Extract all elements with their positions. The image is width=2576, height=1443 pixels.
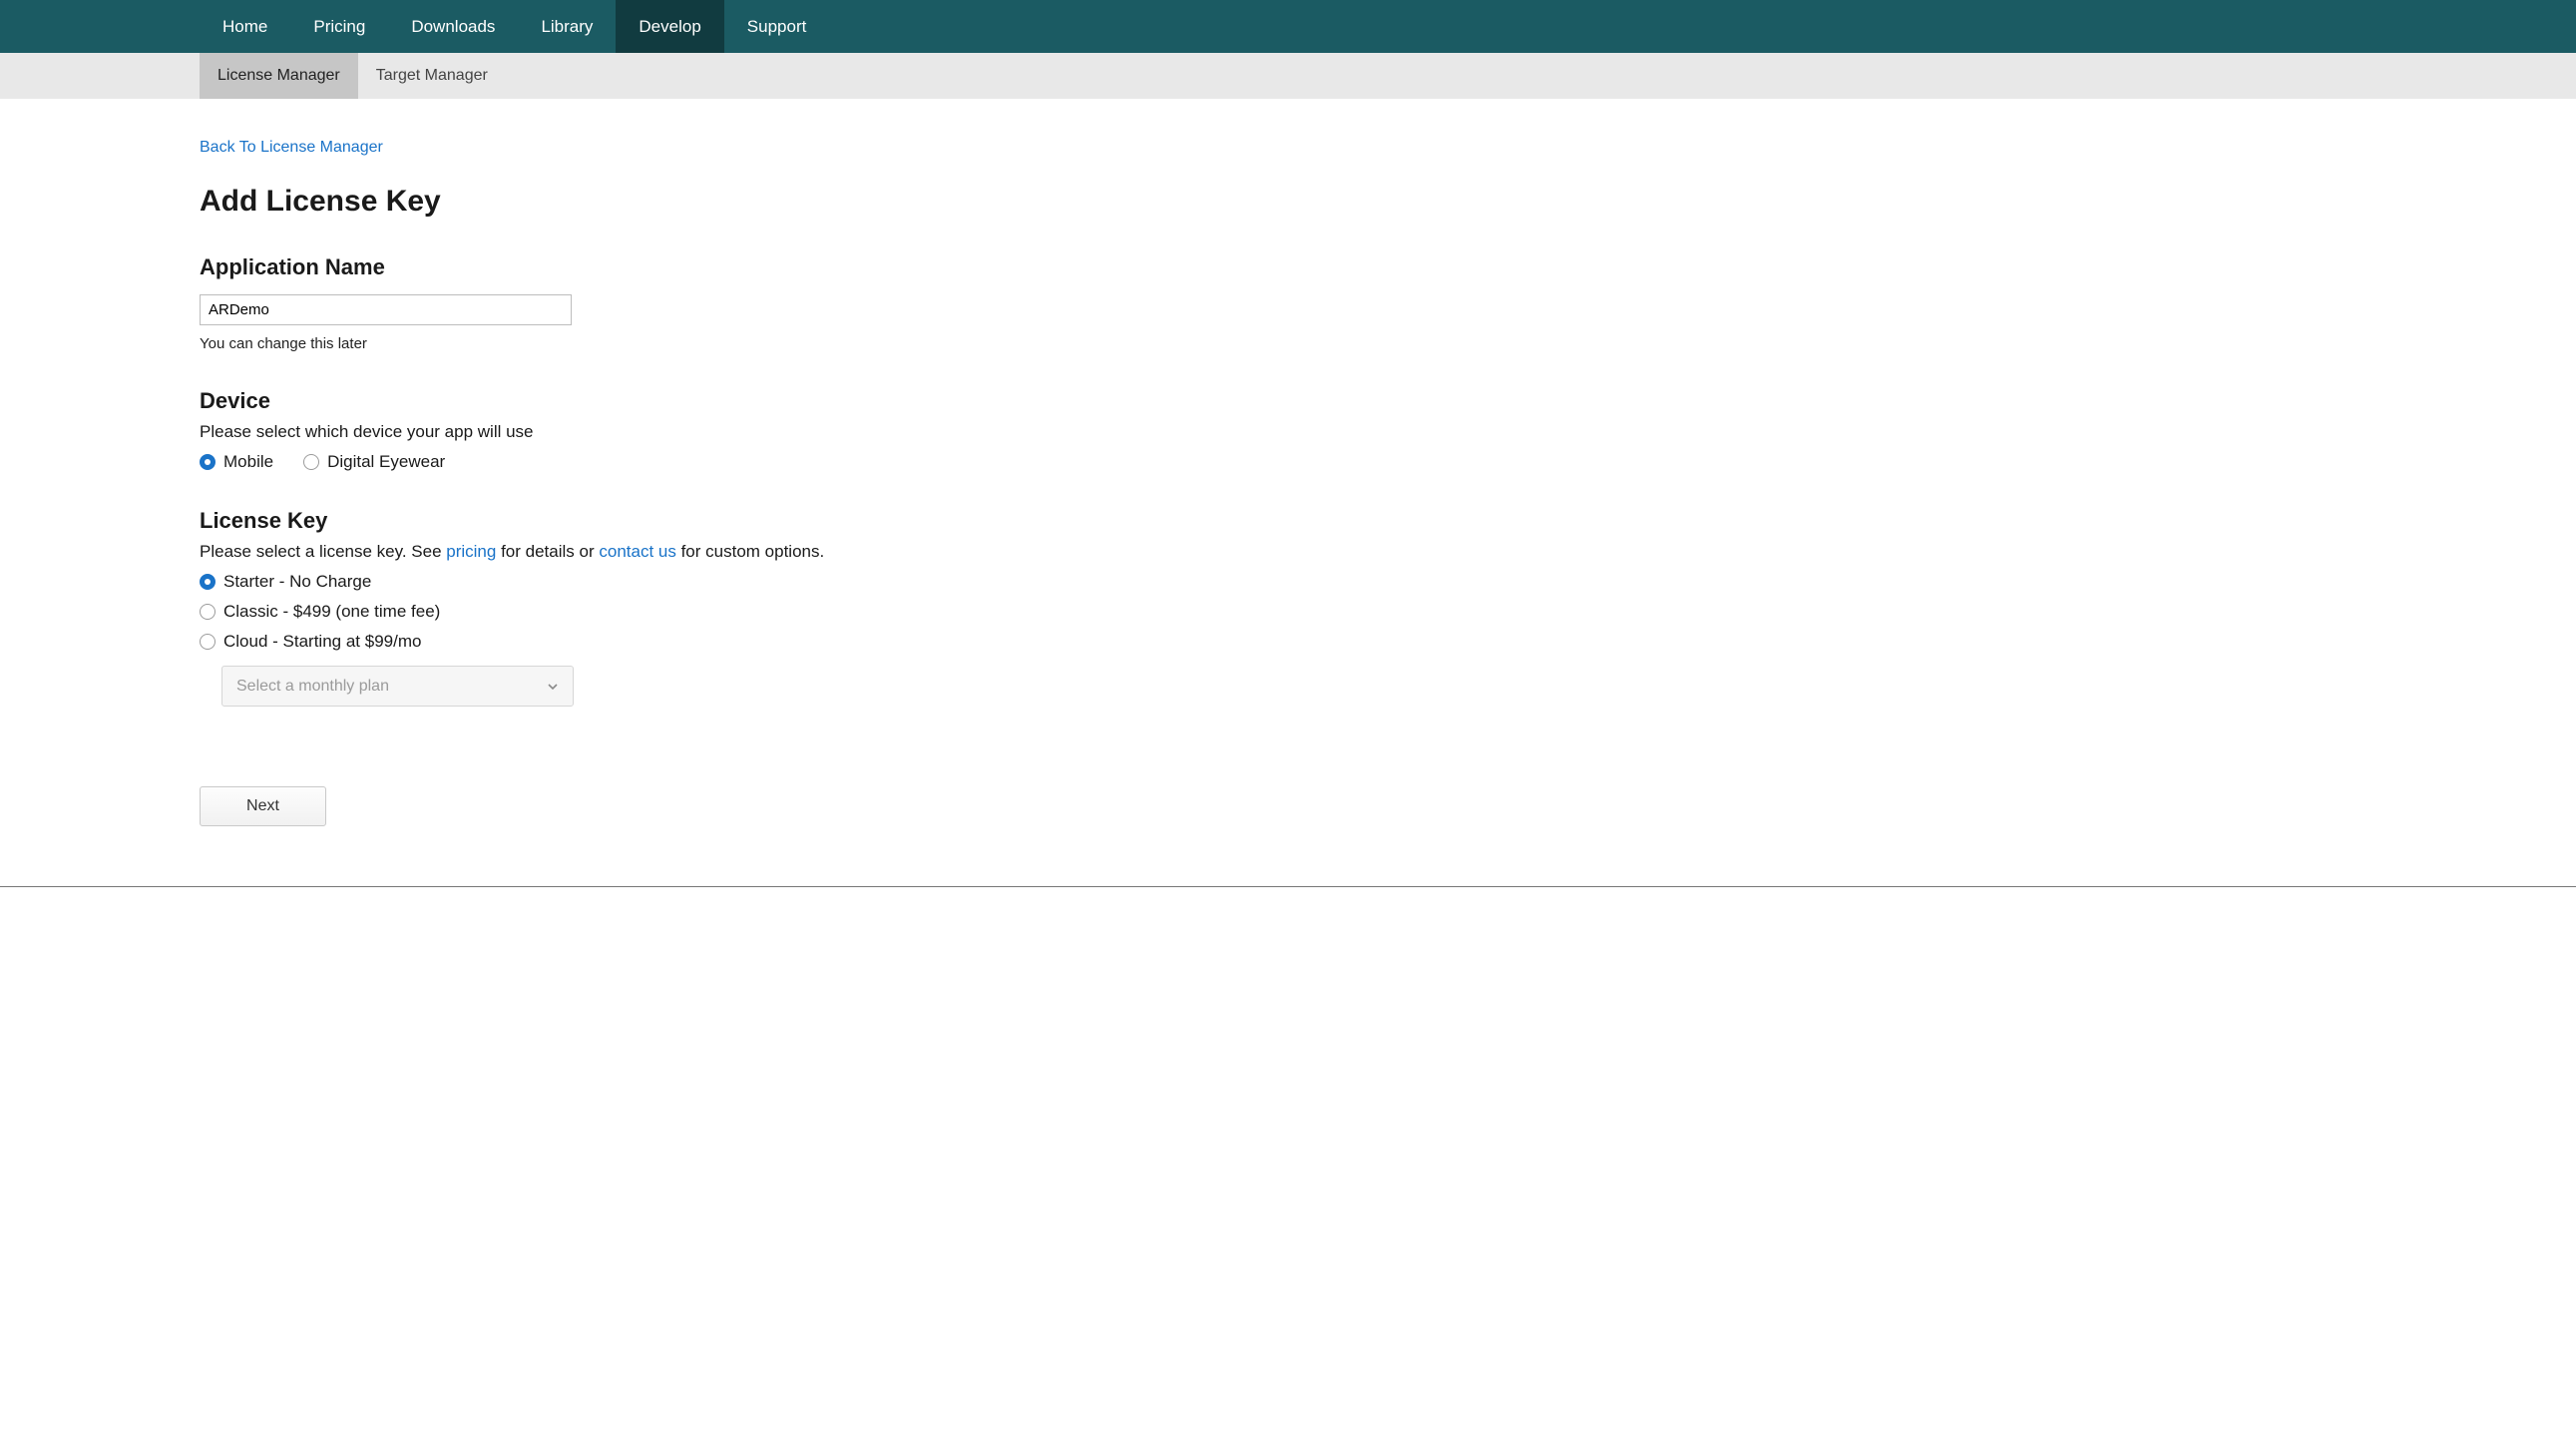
tab-target-manager[interactable]: Target Manager bbox=[358, 53, 506, 99]
radio-checked-icon bbox=[200, 574, 215, 590]
license-heading: License Key bbox=[200, 508, 1197, 534]
page-content: Back To License Manager Add License Key … bbox=[0, 99, 1197, 866]
radio-license-classic[interactable]: Classic - $499 (one time fee) bbox=[200, 602, 1197, 622]
nav-home[interactable]: Home bbox=[200, 0, 290, 53]
app-name-input[interactable] bbox=[200, 294, 572, 325]
nav-downloads[interactable]: Downloads bbox=[388, 0, 518, 53]
radio-label: Cloud - Starting at $99/mo bbox=[223, 632, 421, 652]
radio-license-cloud[interactable]: Cloud - Starting at $99/mo bbox=[200, 632, 1197, 652]
radio-unchecked-icon bbox=[200, 634, 215, 650]
page-title: Add License Key bbox=[200, 185, 1197, 219]
radio-unchecked-icon bbox=[200, 604, 215, 620]
section-device: Device Please select which device your a… bbox=[200, 388, 1197, 472]
device-subtext: Please select which device your app will… bbox=[200, 422, 1197, 442]
tab-license-manager[interactable]: License Manager bbox=[200, 53, 358, 99]
radio-checked-icon bbox=[200, 454, 215, 470]
radio-unchecked-icon bbox=[303, 454, 319, 470]
radio-device-mobile[interactable]: Mobile bbox=[200, 452, 273, 472]
dropdown-placeholder: Select a monthly plan bbox=[236, 678, 389, 696]
radio-label: Digital Eyewear bbox=[327, 452, 445, 472]
nav-library[interactable]: Library bbox=[518, 0, 616, 53]
bottom-divider bbox=[0, 886, 2576, 887]
top-nav: Home Pricing Downloads Library Develop S… bbox=[0, 0, 2576, 53]
section-app-name: Application Name You can change this lat… bbox=[200, 254, 1197, 352]
chevron-down-icon bbox=[547, 681, 559, 693]
license-subtext: Please select a license key. See pricing… bbox=[200, 542, 1197, 562]
nav-develop[interactable]: Develop bbox=[616, 0, 723, 53]
radio-label: Starter - No Charge bbox=[223, 572, 371, 592]
nav-pricing[interactable]: Pricing bbox=[290, 0, 388, 53]
cloud-plan-dropdown[interactable]: Select a monthly plan bbox=[221, 666, 574, 707]
device-heading: Device bbox=[200, 388, 1197, 414]
back-link[interactable]: Back To License Manager bbox=[200, 139, 383, 156]
section-license-key: License Key Please select a license key.… bbox=[200, 508, 1197, 707]
sub-nav: License Manager Target Manager bbox=[0, 53, 2576, 99]
pricing-link[interactable]: pricing bbox=[446, 542, 496, 561]
app-name-heading: Application Name bbox=[200, 254, 1197, 280]
radio-license-starter[interactable]: Starter - No Charge bbox=[200, 572, 1197, 592]
contact-us-link[interactable]: contact us bbox=[599, 542, 676, 561]
radio-label: Classic - $499 (one time fee) bbox=[223, 602, 440, 622]
radio-label: Mobile bbox=[223, 452, 273, 472]
radio-device-digital-eyewear[interactable]: Digital Eyewear bbox=[303, 452, 445, 472]
next-button[interactable]: Next bbox=[200, 786, 326, 826]
nav-support[interactable]: Support bbox=[724, 0, 830, 53]
app-name-hint: You can change this later bbox=[200, 335, 1197, 352]
